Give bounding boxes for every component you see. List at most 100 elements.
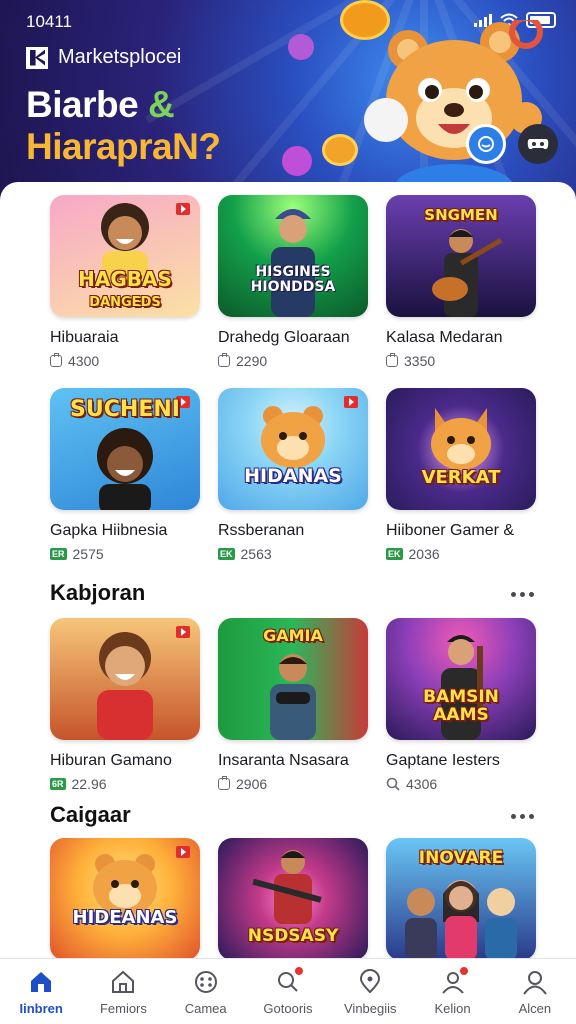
hero-title-line1: Biarbe <box>26 84 139 125</box>
game-thumbnail[interactable]: HISGINES HIONDDSA <box>218 195 368 317</box>
game-card[interactable]: VERKAT Hiiboner Gamer & EK 2036 <box>386 388 536 562</box>
nav-label: Kelion <box>434 1001 471 1016</box>
card-meta: EK 2036 <box>386 546 536 562</box>
card-meta-value: 2290 <box>236 353 268 369</box>
game-thumbnail[interactable]: HAGBAS DANGEDS <box>50 195 200 317</box>
gamepad-icon <box>191 967 221 997</box>
user-icon <box>438 965 470 997</box>
thumbnail-title: SUCHENI <box>70 397 180 422</box>
game-card[interactable]: GAMIA Insaranta Nsasara 2906 <box>218 618 368 792</box>
gamer-figure <box>270 654 316 740</box>
hero-title-amp: & <box>147 84 175 125</box>
nav-item-camea[interactable]: Camea <box>165 959 247 1024</box>
game-card[interactable]: Hiburan Gamano 6R 22.96 <box>50 618 200 792</box>
rating-badge: ER <box>50 548 67 560</box>
game-thumbnail[interactable]: GAMIA <box>218 618 368 740</box>
gamepad-button[interactable] <box>518 124 558 164</box>
card-meta: EK 2563 <box>218 546 368 562</box>
card-meta-value: 2575 <box>72 546 104 562</box>
search-icon <box>273 965 305 997</box>
nav-label: Iinbren <box>19 1001 63 1016</box>
game-thumbnail[interactable]: HIDEANAS <box>50 838 200 958</box>
location-icon <box>355 967 385 997</box>
guitarist-figure <box>432 229 503 317</box>
game-thumbnail[interactable]: BAMSIN AAMS <box>386 618 536 740</box>
nav-item-femiors[interactable]: Femiors <box>82 959 164 1024</box>
bottom-navigation: Iinbren Femiors Camea Gotooris Vinbegiis… <box>0 958 576 1024</box>
section-title: Caigaar <box>50 802 131 827</box>
card-meta: 2906 <box>218 776 368 792</box>
dog-figure <box>431 408 491 470</box>
card-meta: 4300 <box>50 353 200 369</box>
play-badge-icon <box>176 846 190 858</box>
nav-item-gotooris[interactable]: Gotooris <box>247 959 329 1024</box>
brand-logo-icon <box>26 46 48 69</box>
card-title: Drahedg Gloaraan <box>218 329 350 346</box>
game-card[interactable]: HIDEANAS <box>50 838 200 958</box>
more-options-icon[interactable] <box>511 814 534 819</box>
notification-dot <box>457 965 470 977</box>
character-figure <box>97 428 153 510</box>
game-card[interactable]: SNGMEN Kalasa Medaran 3350 <box>386 195 536 369</box>
nav-label: Femiors <box>99 1001 147 1016</box>
nav-item-kelion[interactable]: Kelion <box>411 959 493 1024</box>
card-meta-value: 4300 <box>68 353 100 369</box>
game-card[interactable]: NSDSASY <box>218 838 368 958</box>
game-card[interactable]: HAGBAS DANGEDS Hibuaraia 4300 <box>50 195 200 369</box>
card-meta-value: 4306 <box>406 776 438 792</box>
download-icon <box>218 353 230 367</box>
game-thumbnail[interactable]: VERKAT <box>386 388 536 510</box>
card-title: Kalasa Medaran <box>386 329 503 346</box>
gem-decoration <box>282 146 312 176</box>
hero-title: Biarbe & HiarapraN? <box>26 84 221 168</box>
character-figure <box>97 632 153 740</box>
card-meta: 3350 <box>386 353 536 369</box>
thumbnail-title: BAMSIN AAMS <box>423 687 499 725</box>
card-meta-value: 2036 <box>408 546 440 562</box>
game-thumbnail[interactable]: HIDANAS <box>218 388 368 510</box>
notification-dot <box>292 965 305 977</box>
hero-banner: 10411 Marketsplocei Biarbe & HiarapraN? <box>0 0 576 200</box>
game-thumbnail[interactable] <box>50 618 200 740</box>
home-icon <box>26 967 56 997</box>
game-thumbnail[interactable]: NSDSASY <box>218 838 368 958</box>
card-title: Hiburan Gamano <box>50 752 172 769</box>
hero-title-line2: HiarapraN? <box>26 126 221 167</box>
game-card[interactable]: INOVARE <box>386 838 536 958</box>
gamepad-icon <box>527 139 549 150</box>
card-title: Gapka Hiibnesia <box>50 522 168 539</box>
mascot-bear-illustration <box>364 20 543 195</box>
card-meta: ER 2575 <box>50 546 200 562</box>
game-thumbnail[interactable]: SNGMEN <box>386 195 536 317</box>
game-card[interactable]: HIDANAS Rssberanan EK 2563 <box>218 388 368 562</box>
brand-name: Marketsplocei <box>58 46 182 68</box>
profile-icon <box>520 967 550 997</box>
game-card[interactable]: SUCHENI Gapka Hiibnesia ER 2575 <box>50 388 200 562</box>
card-meta-value: 3350 <box>404 353 436 369</box>
game-thumbnail[interactable]: SUCHENI <box>50 388 200 510</box>
group-figure <box>405 880 517 958</box>
card-title: Hibuaraia <box>50 329 119 346</box>
bear-figure <box>261 406 325 468</box>
thumbnail-title: HAGBAS DANGEDS <box>78 267 172 310</box>
nav-label: Gotooris <box>263 1001 313 1016</box>
thumbnail-title: HISGINES HIONDDSA <box>250 264 336 295</box>
guitarist-figure <box>252 850 322 924</box>
section-header: Caigaar <box>50 802 540 832</box>
more-options-icon[interactable] <box>511 592 534 597</box>
section-title: Kabjoran <box>50 580 146 605</box>
character-figure <box>271 209 315 317</box>
rating-badge: 6R <box>50 778 66 790</box>
house-outline-icon <box>108 967 138 997</box>
game-card[interactable]: HISGINES HIONDDSA Drahedg Gloaraan 2290 <box>218 195 368 369</box>
nav-item-vinbegiis[interactable]: Vinbegiis <box>329 959 411 1024</box>
game-card[interactable]: BAMSIN AAMS Gaptane Iesters 4306 <box>386 618 536 792</box>
thumbnail-title: INOVARE <box>418 848 504 868</box>
download-icon <box>50 353 62 367</box>
chat-button[interactable] <box>466 124 506 164</box>
chat-icon <box>478 136 494 152</box>
nav-item-alcen[interactable]: Alcen <box>494 959 576 1024</box>
game-thumbnail[interactable]: INOVARE <box>386 838 536 958</box>
nav-label: Vinbegiis <box>344 1001 397 1016</box>
nav-item-home[interactable]: Iinbren <box>0 959 82 1024</box>
